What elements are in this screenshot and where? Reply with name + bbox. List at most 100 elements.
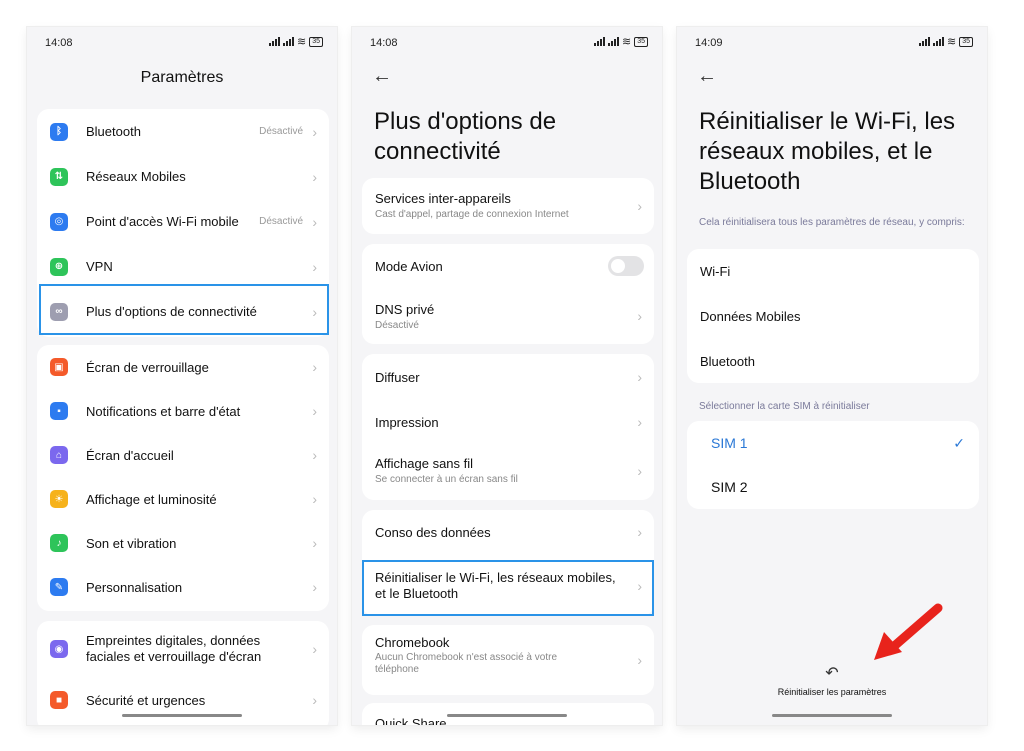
item-label: Écran de verrouillage	[86, 359, 209, 375]
sim-option-1[interactable]: SIM 1 ✓	[687, 421, 979, 465]
item-data-usage[interactable]: Conso des données ›	[362, 510, 654, 554]
chevron-right-icon: ›	[637, 369, 642, 385]
home-indicator[interactable]	[772, 714, 892, 717]
vpn-icon: ⊕	[50, 257, 68, 276]
signal-icon	[918, 37, 930, 46]
page-title: Plus d'options de connectivité	[374, 108, 557, 165]
sim-card: SIM 1 ✓ SIM 2	[687, 421, 979, 509]
item-label: Diffuser	[375, 369, 420, 385]
brightness-icon: ☀	[50, 490, 68, 508]
chevron-right-icon: ›	[637, 652, 642, 668]
chevron-right-icon: ›	[637, 463, 642, 479]
item-sub: Cast d'appel, partage de connexion Inter…	[375, 209, 569, 220]
signal-icon	[268, 37, 280, 46]
item-sub: Désactivé	[375, 320, 419, 331]
status-icons: ≋ 35	[268, 35, 323, 48]
settings-item-display[interactable]: ☀ Affichage et luminosité ›	[37, 477, 329, 521]
settings-item-bluetooth[interactable]: ᛒ Bluetooth Désactivé ›	[37, 109, 329, 154]
cast-card: Diffuser › Impression › Affichage sans f…	[362, 354, 654, 500]
settings-item-lock-screen[interactable]: ▣ Écran de verrouillage ›	[37, 345, 329, 389]
checkmark-icon: ✓	[953, 434, 965, 451]
signal-icon	[607, 37, 619, 46]
reset-items-card: Wi-Fi Données Mobiles Bluetooth	[687, 249, 979, 383]
sim-label: SIM 1	[711, 435, 748, 451]
item-label: Empreintes digitales, données faciales e…	[86, 633, 262, 664]
item-services[interactable]: Services inter-appareils Cast d'appel, p…	[362, 178, 654, 234]
item-label: Son et vibration	[86, 535, 177, 551]
brush-icon: ✎	[50, 578, 68, 596]
signal-icon	[282, 37, 294, 46]
security-card: ◉ Empreintes digitales, données faciales…	[37, 621, 329, 725]
status-bar: 14:09 ≋ 35	[677, 27, 987, 57]
item-wireless-display[interactable]: Affichage sans fil Se connecter à un écr…	[362, 444, 654, 498]
settings-item-home-screen[interactable]: ⌂ Écran d'accueil ›	[37, 433, 329, 477]
settings-item-mobile-networks[interactable]: ⇅ Réseaux Mobiles ›	[37, 154, 329, 199]
network-card: Mode Avion DNS privé Désactivé ›	[362, 244, 654, 344]
settings-item-biometrics[interactable]: ◉ Empreintes digitales, données faciales…	[37, 621, 329, 677]
wifi-icon: ≋	[946, 36, 957, 48]
highlight-box	[39, 284, 329, 335]
settings-item-vpn[interactable]: ⊕ VPN ›	[37, 244, 329, 289]
status-time: 14:09	[695, 37, 723, 49]
item-chromebook[interactable]: Chromebook Aucun Chromebook n'est associ…	[362, 625, 654, 695]
wifi-icon: ≋	[621, 36, 632, 48]
item-cast[interactable]: Diffuser ›	[362, 354, 654, 400]
item-private-dns[interactable]: DNS privé Désactivé ›	[362, 288, 654, 344]
item-label: Quick Share	[375, 716, 447, 725]
chevron-right-icon: ›	[637, 308, 642, 324]
item-label: Bluetooth	[700, 353, 755, 369]
signal-icon	[932, 37, 944, 46]
chevron-right-icon: ›	[312, 258, 317, 275]
item-label: Sécurité et urgences	[86, 692, 206, 708]
settings-item-sound[interactable]: ♪ Son et vibration ›	[37, 521, 329, 565]
reset-item: Données Mobiles	[687, 293, 979, 339]
item-airplane-mode: Mode Avion	[362, 244, 654, 288]
item-label: Wi-Fi	[700, 263, 731, 279]
reset-item: Wi-Fi	[687, 249, 979, 293]
item-label: DNS privé	[375, 302, 435, 317]
settings-item-hotspot[interactable]: ◎ Point d'accès Wi-Fi mobile Désactivé ›	[37, 199, 329, 244]
item-label: Chromebook	[375, 635, 450, 650]
chevron-right-icon: ›	[312, 641, 317, 657]
bluetooth-icon: ᛒ	[50, 122, 68, 141]
reset-settings-button[interactable]: ↶ Réinitialiser les paramètres	[677, 663, 987, 697]
sim-section-label: Sélectionner la carte SIM à réinitialise…	[699, 401, 870, 412]
notification-icon: ▪	[50, 402, 68, 420]
item-value: Désactivé	[259, 126, 303, 137]
settings-item-personalisation[interactable]: ✎ Personnalisation ›	[37, 565, 329, 609]
reset-note: Cela réinitialisera tous les paramètres …	[699, 217, 965, 228]
item-label: Affichage et luminosité	[86, 491, 217, 507]
back-arrow-icon[interactable]: ←	[372, 65, 392, 88]
sim-option-2[interactable]: SIM 2	[687, 465, 979, 509]
battery-icon: 35	[309, 36, 323, 47]
signal-icon	[593, 37, 605, 46]
reset-button-label: Réinitialiser les paramètres	[777, 687, 887, 697]
status-bar: 14:08 ≋ 35	[352, 27, 662, 57]
item-label: Réseaux Mobiles	[86, 169, 186, 184]
status-time: 14:08	[45, 37, 73, 49]
page-title: Réinitialiser le Wi-Fi, les réseaux mobi…	[699, 108, 956, 195]
chevron-right-icon: ›	[312, 359, 317, 375]
page-title: Paramètres	[140, 69, 224, 86]
item-label: Notifications et barre d'état	[86, 403, 241, 419]
chevron-right-icon: ›	[312, 168, 317, 185]
settings-item-notifications[interactable]: ▪ Notifications et barre d'état ›	[37, 389, 329, 433]
chevron-right-icon: ›	[637, 198, 642, 214]
item-label: Conso des données	[375, 524, 491, 540]
airplane-toggle[interactable]	[608, 256, 644, 276]
chevron-right-icon: ›	[637, 524, 642, 540]
item-label: Données Mobiles	[700, 308, 801, 324]
chevron-right-icon: ›	[312, 447, 317, 463]
battery-icon: 35	[959, 36, 973, 47]
home-indicator[interactable]	[447, 714, 567, 717]
item-sub: Aucun Chromebook n'est associé à votre t…	[375, 652, 558, 675]
item-printing[interactable]: Impression ›	[362, 400, 654, 444]
back-arrow-icon[interactable]: ←	[697, 65, 717, 88]
item-label: Bluetooth	[86, 124, 141, 139]
home-icon: ⌂	[50, 446, 68, 464]
home-indicator[interactable]	[122, 714, 242, 717]
battery-icon: 35	[634, 36, 648, 47]
item-label: Services inter-appareils	[375, 191, 511, 206]
item-label: Écran d'accueil	[86, 447, 174, 463]
undo-icon: ↶	[825, 665, 839, 682]
